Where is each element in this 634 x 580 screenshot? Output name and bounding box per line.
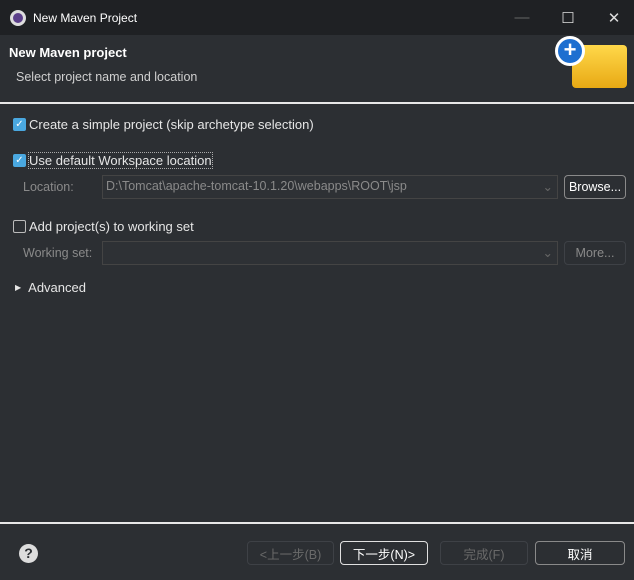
checkbox-unchecked-icon [13, 220, 26, 233]
working-set-checkbox[interactable]: Add project(s) to working set [13, 219, 194, 234]
page-subtitle: Select project name and location [16, 70, 198, 84]
default-workspace-checkbox[interactable]: ✓ Use default Workspace location [13, 152, 213, 169]
location-value: D:\Tomcat\apache-tomcat-10.1.20\webapps\… [106, 179, 407, 193]
checkbox-label: Use default Workspace location [28, 152, 213, 169]
cancel-button[interactable]: 取消 [535, 541, 625, 565]
chevron-down-icon: ⌄ [542, 246, 553, 260]
checkbox-label: Add project(s) to working set [29, 219, 194, 234]
location-label: Location: [23, 180, 74, 194]
next-button[interactable]: 下一步(N)> [340, 541, 428, 565]
chevron-down-icon: ⌄ [542, 180, 553, 194]
page-title: New Maven project [9, 45, 127, 60]
back-button[interactable]: <上一步(B) [247, 541, 334, 565]
window-title: New Maven Project [33, 10, 138, 25]
browse-button[interactable]: Browse... [564, 175, 626, 199]
maximize-button[interactable]: ☐ [545, 0, 591, 35]
title-bar: New Maven Project — ☐ ✕ [0, 0, 634, 35]
advanced-toggle[interactable]: ▶ Advanced [15, 280, 86, 295]
simple-project-checkbox[interactable]: ✓ Create a simple project (skip archetyp… [13, 117, 314, 132]
working-set-combo[interactable]: ⌄ [102, 241, 558, 265]
advanced-label: Advanced [28, 280, 86, 295]
close-button[interactable]: ✕ [591, 0, 634, 35]
help-icon[interactable]: ? [19, 544, 38, 563]
finish-button[interactable]: 完成(F) [440, 541, 528, 565]
working-set-label: Working set: [23, 246, 93, 260]
location-combo[interactable]: D:\Tomcat\apache-tomcat-10.1.20\webapps\… [102, 175, 558, 199]
plus-icon: + [555, 36, 585, 66]
eclipse-icon [10, 9, 26, 26]
checkbox-checked-icon: ✓ [13, 118, 26, 131]
header-divider [0, 102, 634, 104]
more-button[interactable]: More... [564, 241, 626, 265]
triangle-right-icon: ▶ [15, 283, 22, 292]
checkbox-checked-icon: ✓ [13, 154, 26, 167]
footer-divider [0, 522, 634, 524]
checkbox-label: Create a simple project (skip archetype … [29, 117, 314, 132]
minimize-button[interactable]: — [499, 0, 545, 35]
wizard-header: New Maven project Select project name an… [0, 35, 634, 103]
